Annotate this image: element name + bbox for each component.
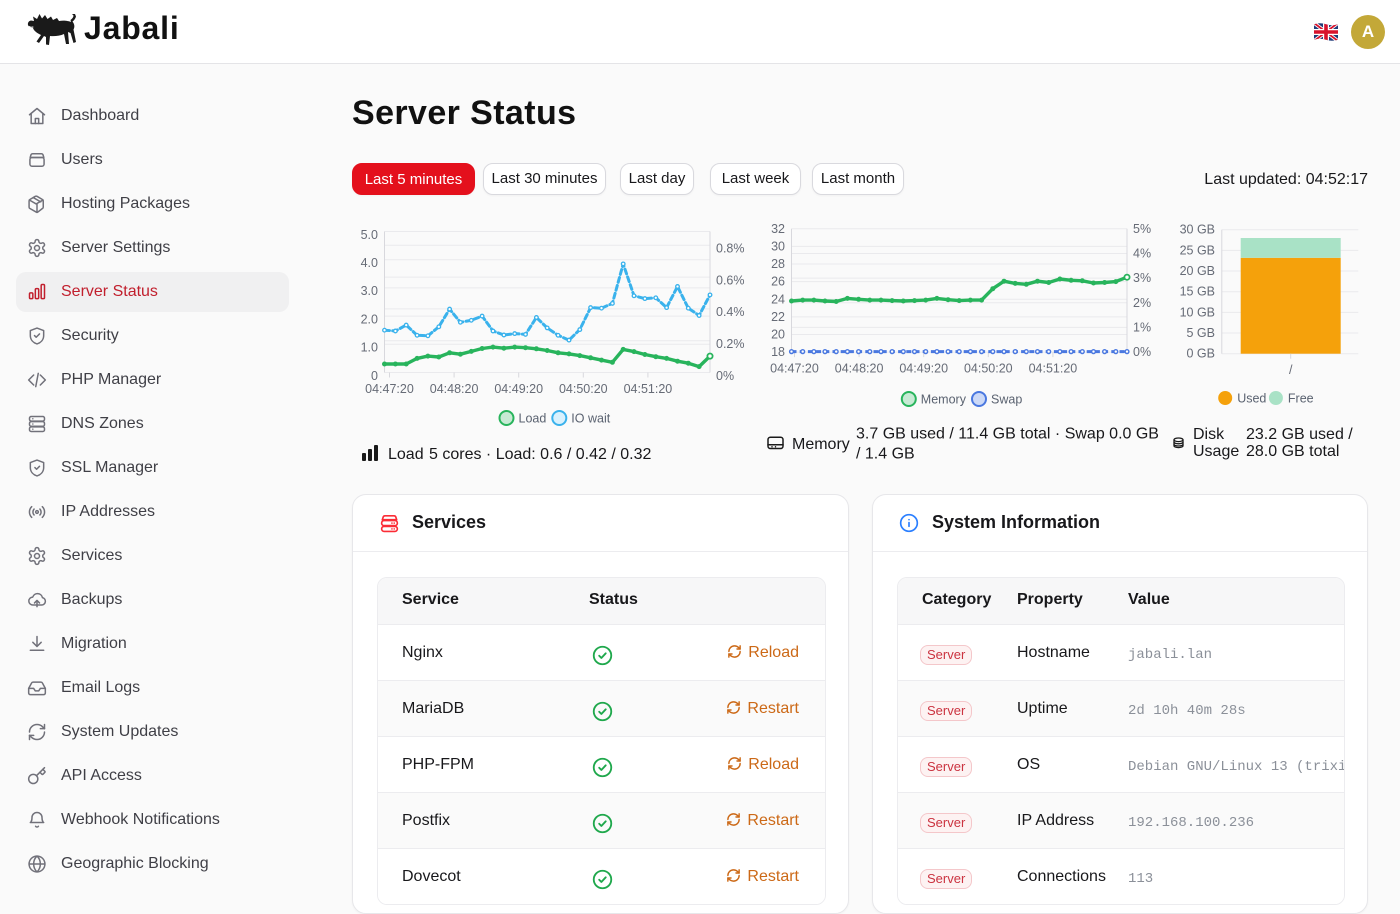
svg-text:0.4%: 0.4% [716, 305, 745, 319]
svg-text:04:50:20: 04:50:20 [964, 362, 1013, 376]
svg-text:Swap: Swap [991, 393, 1022, 407]
svg-text:Free: Free [1288, 392, 1314, 406]
svg-text:/ 1.4 GB: / 1.4 GB [856, 446, 915, 463]
svg-text:25 GB: 25 GB [1180, 243, 1215, 257]
svg-text:1%: 1% [1133, 320, 1151, 334]
svg-text:/: / [1289, 363, 1293, 377]
svg-text:04:50:20: 04:50:20 [559, 382, 608, 396]
svg-text:Memory: Memory [792, 436, 850, 453]
svg-text:0.2%: 0.2% [716, 337, 745, 351]
svg-text:22: 22 [771, 310, 785, 324]
svg-text:24: 24 [771, 292, 785, 306]
svg-text:26: 26 [771, 275, 785, 289]
svg-text:0%: 0% [716, 369, 734, 383]
svg-text:28: 28 [771, 257, 785, 271]
svg-text:04:51:20: 04:51:20 [1029, 362, 1078, 376]
svg-text:0%: 0% [1133, 345, 1151, 359]
svg-text:04:47:20: 04:47:20 [365, 382, 414, 396]
svg-text:28.0 GB total: 28.0 GB total [1246, 443, 1339, 460]
svg-text:23.2 GB used /: 23.2 GB used / [1246, 426, 1353, 443]
svg-text:04:49:20: 04:49:20 [899, 362, 948, 376]
svg-text:20: 20 [771, 328, 785, 342]
svg-text:04:48:20: 04:48:20 [835, 362, 884, 376]
svg-text:5 cores · Load: 0.6 / 0.42 / 0: 5 cores · Load: 0.6 / 0.42 / 0.32 [429, 446, 651, 463]
svg-text:Load: Load [388, 446, 424, 463]
svg-text:Memory: Memory [921, 393, 967, 407]
svg-text:3.7 GB used / 11.4 GB total ·: 3.7 GB used / 11.4 GB total · Swap 0.0 G… [856, 426, 1159, 443]
svg-text:5.0: 5.0 [361, 228, 378, 242]
svg-text:2.0: 2.0 [361, 312, 378, 326]
svg-text:0: 0 [371, 369, 378, 383]
svg-text:18: 18 [771, 345, 785, 359]
svg-text:4.0: 4.0 [361, 256, 378, 270]
svg-text:5%: 5% [1133, 222, 1151, 236]
svg-text:1.0: 1.0 [361, 341, 378, 355]
svg-text:Disk: Disk [1193, 426, 1225, 443]
svg-text:04:47:20: 04:47:20 [770, 362, 819, 376]
svg-text:04:48:20: 04:48:20 [430, 382, 479, 396]
svg-text:0.8%: 0.8% [716, 242, 745, 256]
svg-text:0.6%: 0.6% [716, 273, 745, 287]
svg-text:Usage: Usage [1193, 443, 1239, 460]
svg-text:2%: 2% [1133, 296, 1151, 310]
svg-text:5 GB: 5 GB [1187, 326, 1216, 340]
svg-text:30: 30 [771, 239, 785, 253]
svg-text:10 GB: 10 GB [1180, 305, 1215, 319]
svg-text:3%: 3% [1133, 271, 1151, 285]
svg-text:IO wait: IO wait [571, 412, 610, 426]
svg-text:32: 32 [771, 222, 785, 236]
svg-text:30 GB: 30 GB [1180, 223, 1215, 237]
svg-text:04:51:20: 04:51:20 [624, 382, 673, 396]
svg-text:3.0: 3.0 [361, 284, 378, 298]
svg-text:20 GB: 20 GB [1180, 264, 1215, 278]
svg-text:Used: Used [1237, 392, 1266, 406]
svg-text:Load: Load [519, 412, 547, 426]
svg-text:15 GB: 15 GB [1180, 285, 1215, 299]
svg-text:0 GB: 0 GB [1187, 347, 1216, 361]
svg-text:04:49:20: 04:49:20 [494, 382, 543, 396]
svg-text:4%: 4% [1133, 247, 1151, 261]
